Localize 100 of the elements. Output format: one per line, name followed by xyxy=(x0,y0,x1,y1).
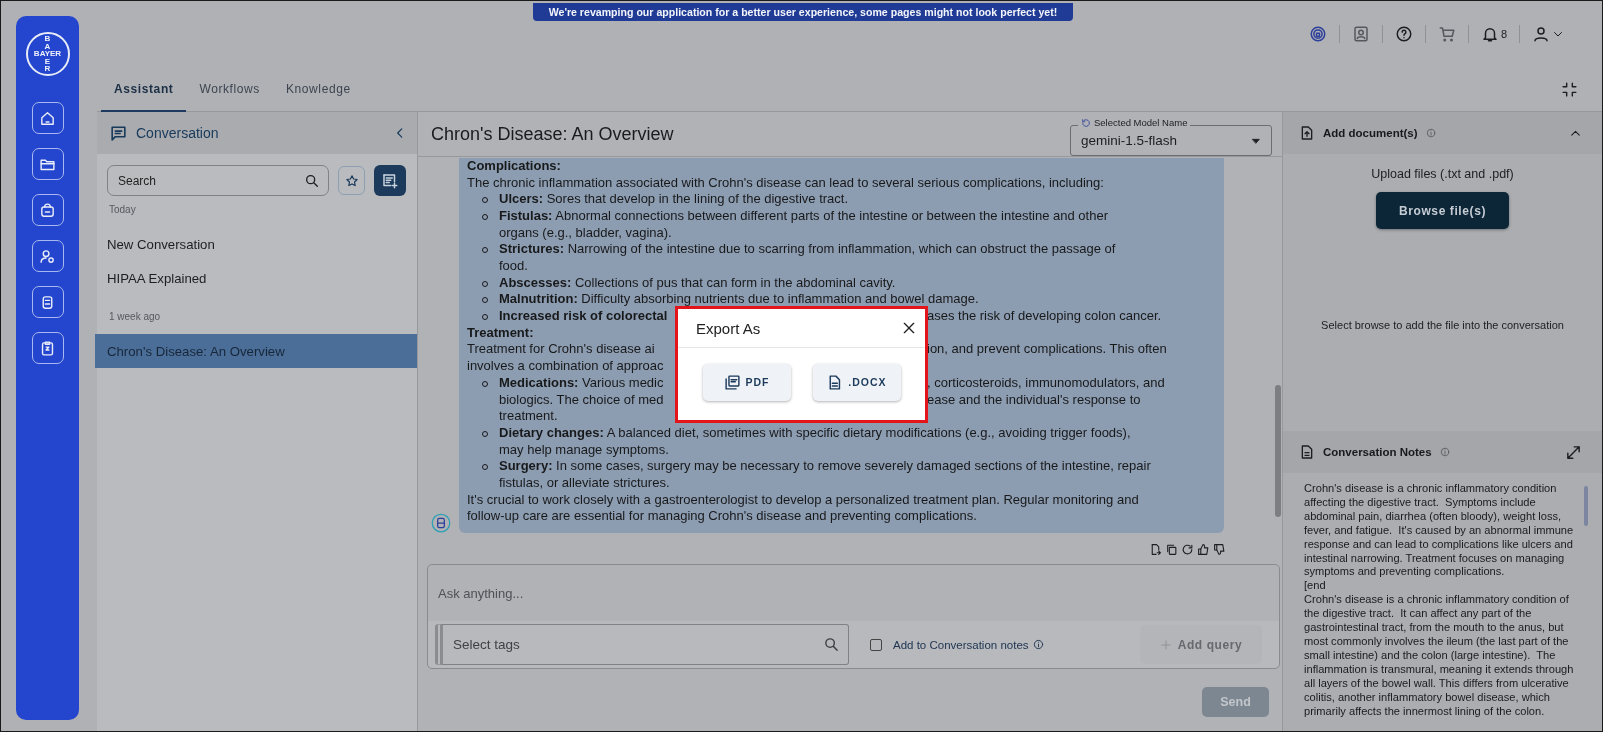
refresh-button[interactable] xyxy=(1181,543,1194,557)
user-icon xyxy=(1532,25,1550,43)
star-icon xyxy=(344,173,359,188)
message-text: Increased risk of colorectal xyxy=(499,308,668,325)
thumbs-down-icon xyxy=(1213,543,1226,556)
group-label: 1 week ago xyxy=(108,310,162,322)
bell-button[interactable]: 8 xyxy=(1472,25,1515,43)
thumbs-up-icon xyxy=(1197,543,1210,556)
exit-fullscreen-icon xyxy=(1561,80,1578,98)
panel-title: Conversation Notes xyxy=(1323,446,1432,458)
nav-button[interactable] xyxy=(31,148,64,180)
tags-field[interactable]: Select tags xyxy=(435,624,849,665)
message-text: ion, and prevent complications. This often xyxy=(927,341,1167,359)
upload-hint: Upload files (.txt and .pdf) xyxy=(1371,167,1514,181)
help-icon xyxy=(1394,25,1413,43)
tab[interactable]: Workflows xyxy=(186,67,273,112)
thumbs-up-button[interactable] xyxy=(1197,543,1210,557)
nav-button[interactable] xyxy=(31,332,64,364)
message-text: Fistulas: Abnormal connections between different parts of the intestine or between the intestine and other xyxy=(499,207,1108,223)
export-button[interactable] xyxy=(1149,543,1162,557)
announcement-banner: We're revamping our application for a better user experience, some pages might not look perfect yet! xyxy=(533,3,1073,21)
message-text: Treatment for Crohn's disease ai xyxy=(467,341,655,359)
search-icon xyxy=(823,636,840,653)
export-option-button[interactable]: PDF xyxy=(702,363,791,401)
tab[interactable]: Knowledge xyxy=(272,67,364,112)
scrollbar-thumb[interactable] xyxy=(1584,486,1588,526)
conversation-item[interactable]: New Conversation xyxy=(95,227,417,261)
message-text: fistulas, or alleviate strictures. xyxy=(499,474,670,490)
nav-button[interactable] xyxy=(31,240,64,272)
search-input[interactable]: Search xyxy=(116,172,304,189)
thumbs-down-button[interactable] xyxy=(1213,543,1226,557)
message-text: biologics. The choice of med xyxy=(499,391,664,409)
info-icon xyxy=(1425,128,1436,138)
user-settings-icon xyxy=(39,247,56,265)
close-icon xyxy=(901,320,917,336)
browse-button[interactable]: Browse file(s) xyxy=(1376,192,1509,229)
message-text: Ulcers: Sores that develop in the lining of the digestive tract. xyxy=(499,191,849,207)
message-text: Medications: Various medic xyxy=(499,374,664,392)
refresh-icon xyxy=(1081,117,1091,128)
document-icon xyxy=(1299,444,1315,460)
message-text: involves a combination of approac xyxy=(467,358,664,375)
notification-count: 8 xyxy=(1500,28,1507,40)
bag-icon xyxy=(39,201,56,219)
close-button[interactable] xyxy=(901,320,917,336)
copy-icon xyxy=(1165,543,1178,556)
logo-text: BA xyxy=(43,35,52,51)
info-icon xyxy=(1032,639,1044,650)
message-text: organs (e.g., bladder, vagina). xyxy=(499,224,672,240)
dialog-title: Export As xyxy=(696,319,762,337)
info-icon xyxy=(1439,447,1450,457)
export-option-button[interactable]: .DOCX xyxy=(812,363,901,401)
field-label-text: Selected Model Name xyxy=(1094,117,1188,128)
message-text: The chronic inflammation associated with Crohn's disease can lead to several serious complications, including: xyxy=(467,174,1104,190)
message-text: treatment. xyxy=(499,408,558,424)
conversation-title: Chron's Disease: An Overview xyxy=(431,123,675,145)
message-text: follow-up care are essential for managing Crohn's disease and preventing complications. xyxy=(467,508,977,524)
message-text: Strictures: Narrowing of the intestine due to scarring from inflammation, which can obstruct the passage of xyxy=(499,241,1116,257)
message-text: ases the risk of developing colon cancer. xyxy=(927,308,1162,325)
cart-icon xyxy=(1437,25,1456,43)
panel-title: Conversation xyxy=(136,125,220,141)
tags-input[interactable]: Select tags xyxy=(451,636,823,653)
refresh-icon xyxy=(1181,543,1194,556)
checkbox[interactable] xyxy=(870,638,882,651)
expand-icon xyxy=(1565,443,1582,461)
section-heading: Treatment: xyxy=(467,324,534,340)
checkbox-label: Add to Conversation notes xyxy=(893,638,1029,651)
chat-icon xyxy=(109,123,128,143)
message-text: Surgery: In some cases, surgery may be necessary to remove severely damaged sections of the intestine, repair xyxy=(499,458,1151,474)
message-text: , corticosteroids, immunomodulators, and xyxy=(927,374,1165,392)
message-text: Malnutrition: Difficulty absorbing nutrients due to inflammation and bowel damage. xyxy=(499,291,979,307)
logo-text: BAYER xyxy=(33,50,62,58)
export-icon xyxy=(1149,543,1162,556)
message-input[interactable]: Ask anything... xyxy=(428,565,1279,621)
plus-icon xyxy=(1159,638,1172,651)
search-icon xyxy=(304,172,320,189)
message-text: ease and the individual's response to xyxy=(927,391,1141,409)
new-conversation-button[interactable] xyxy=(374,165,406,196)
search-field[interactable]: Search xyxy=(107,165,329,196)
add-note-icon xyxy=(381,171,399,190)
bell-icon xyxy=(1480,25,1499,43)
copy-button[interactable] xyxy=(1165,543,1178,557)
notes-text: Crohn's disease is a chronic inflammatory condition affecting the digestive tract. Symptoms include abdominal pain, diarrhea (often bloody), weight loss, fever, and fatigue. It's caused by an abnormal immune response and can lead to complications like ulcers and intestinal narrowing. Treatment focuses on managing symptoms and preventing complications. [end Crohn's disease is a chronic inflammatory condition of the digestive tract. It can affect any part of the gastrointestinal tract, from the mouth to the anus, but most commonly involves the ileum (the last part of the small intestine) and the colon (large intestine). The inflammation is transmural, meaning it extends through all layers of the bowel wall. This differs from ulcerative colitis, another inflammatory bowel disease, which primarily affects the innermost lining of the colon. xyxy=(1304,481,1575,719)
assistant-avatar-icon xyxy=(431,513,451,533)
clipboard-icon xyxy=(39,339,56,357)
scrollbar-thumb[interactable] xyxy=(1275,385,1281,517)
favorites-button[interactable] xyxy=(338,166,365,195)
section-heading: Complications: xyxy=(467,157,561,173)
nav-button[interactable] xyxy=(31,194,64,226)
home-icon xyxy=(39,109,56,127)
group-label: Today xyxy=(108,203,137,215)
expand-button[interactable] xyxy=(1565,443,1582,461)
conversation-item[interactable]: HIPAA Explained xyxy=(95,261,417,295)
pdf-file-icon xyxy=(723,373,741,391)
file-upload-icon xyxy=(1299,125,1315,141)
logo-text: ER xyxy=(43,57,52,73)
panel-title: Add document(s) xyxy=(1323,127,1418,139)
nav-button[interactable] xyxy=(31,102,64,134)
message-text: food. xyxy=(499,258,528,273)
contact-icon xyxy=(1351,25,1370,43)
nav-button[interactable] xyxy=(31,286,64,318)
